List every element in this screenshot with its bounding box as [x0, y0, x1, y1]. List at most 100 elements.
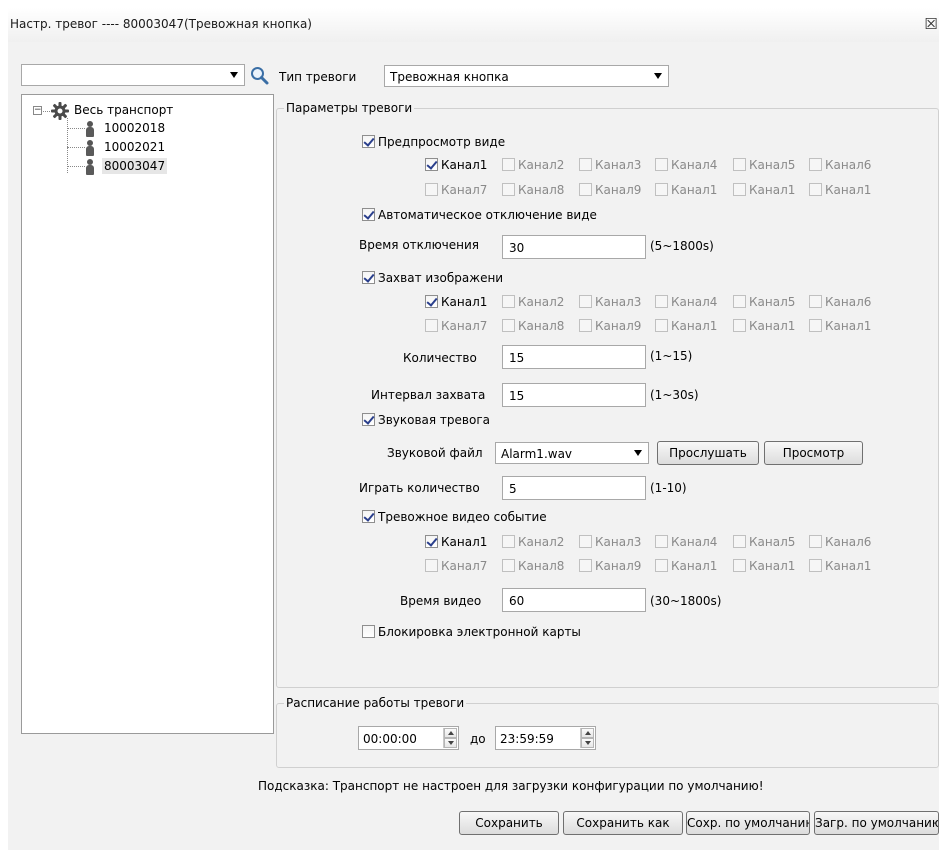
sound-alarm-label: Звуковая тревога [378, 413, 490, 427]
count-input[interactable]: 15 [502, 345, 646, 369]
preview-channel-checkbox-2[interactable] [502, 158, 515, 171]
tree-collapse-icon[interactable]: − [33, 106, 42, 115]
vehicle-icon [86, 140, 94, 156]
tree-line [67, 166, 85, 167]
video-event-channel-checkbox-8[interactable] [502, 559, 515, 572]
video-event-channel-label-4: Канал4 [671, 535, 718, 549]
tree-line [67, 147, 85, 148]
chevron-down-icon[interactable] [230, 72, 238, 78]
save-default-button[interactable]: Сохр. по умолчанию [686, 811, 810, 835]
tree-item-10002021[interactable]: 10002021 [86, 139, 206, 157]
capture-checkbox[interactable] [362, 271, 375, 284]
capture-channel-checkbox-6[interactable] [809, 295, 822, 308]
capture-channel-checkbox-2[interactable] [502, 295, 515, 308]
preview-channel-checkbox-8[interactable] [502, 183, 515, 196]
vehicle-icon [86, 121, 94, 137]
video-event-channel-checkbox-3[interactable] [579, 535, 592, 548]
video-event-channel-label-7: Канал7 [441, 559, 488, 573]
video-event-channel-checkbox-11[interactable] [733, 559, 746, 572]
capture-channel-checkbox-5[interactable] [733, 295, 746, 308]
close-icon[interactable]: ☒ [923, 17, 939, 33]
capture-channel-checkbox-10[interactable] [655, 319, 668, 332]
capture-channel-checkbox-11[interactable] [733, 319, 746, 332]
video-event-channel-label-1: Канал1 [441, 535, 488, 549]
capture-channel-label-10: Канал1 [671, 319, 718, 333]
capture-channel-checkbox-8[interactable] [502, 319, 515, 332]
spin-up-icon[interactable] [444, 728, 457, 738]
video-event-channel-checkbox-5[interactable] [733, 535, 746, 548]
sound-file-value: Alarm1.wav [501, 447, 573, 461]
preview-channel-checkbox-3[interactable] [579, 158, 592, 171]
video-event-channel-checkbox-9[interactable] [579, 559, 592, 572]
capture-channel-checkbox-12[interactable] [809, 319, 822, 332]
preview-channel-checkbox-9[interactable] [579, 183, 592, 196]
capture-channel-checkbox-3[interactable] [579, 295, 592, 308]
video-event-channel-checkbox-1[interactable] [425, 535, 438, 548]
capture-channel-checkbox-7[interactable] [425, 319, 438, 332]
preview-channel-label-7: Канал7 [441, 183, 488, 197]
video-event-channel-label-6: Канал6 [825, 535, 872, 549]
capture-channel-checkbox-1[interactable] [425, 295, 438, 308]
schedule-end-time[interactable]: 23:59:59 [495, 726, 596, 750]
vehicle-search-combo[interactable] [21, 64, 245, 86]
chevron-down-icon[interactable] [654, 73, 662, 79]
spin-down-icon[interactable] [444, 738, 457, 748]
preview-channel-checkbox-7[interactable] [425, 183, 438, 196]
spinner [580, 728, 594, 748]
capture-channel-label-7: Канал7 [441, 319, 488, 333]
video-event-channel-checkbox-12[interactable] [809, 559, 822, 572]
vehicle-tree[interactable]: − Весь транспорт 10002018 10002021 80003… [21, 94, 274, 734]
save-button[interactable]: Сохранить [459, 811, 559, 835]
video-event-channel-checkbox-7[interactable] [425, 559, 438, 572]
tree-item-10002018[interactable]: 10002018 [86, 120, 206, 138]
video-event-channel-label-12: Канал1 [825, 559, 872, 573]
video-event-channel-label-9: Канал9 [595, 559, 642, 573]
preview-channel-checkbox-5[interactable] [733, 158, 746, 171]
spin-down-icon[interactable] [581, 738, 594, 748]
sound-file-label: Звуковой файл [387, 446, 483, 460]
video-event-channel-checkbox-10[interactable] [655, 559, 668, 572]
chevron-down-icon[interactable] [634, 450, 642, 456]
spin-up-icon[interactable] [581, 728, 594, 738]
capture-channel-label-1: Канал1 [441, 295, 488, 309]
interval-input[interactable]: 15 [502, 383, 646, 407]
preview-channel-checkbox-12[interactable] [809, 183, 822, 196]
spinner [443, 728, 457, 748]
preview-channel-label-4: Канал4 [671, 158, 718, 172]
off-time-input[interactable]: 30 [502, 235, 646, 259]
play-count-input[interactable]: 5 [502, 476, 646, 500]
sound-alarm-checkbox[interactable] [362, 413, 375, 426]
interval-hint: (1~30s) [650, 388, 699, 402]
schedule-legend: Расписание работы тревоги [284, 696, 467, 710]
browse-button[interactable]: Просмотр [764, 441, 863, 465]
tree-item-80003047[interactable]: 80003047 [86, 158, 176, 176]
schedule-start-time[interactable]: 00:00:00 [358, 726, 459, 750]
alarm-type-select[interactable]: Тревожная кнопка [384, 65, 669, 87]
sound-file-select[interactable]: Alarm1.wav [495, 442, 649, 464]
preview-channel-checkbox-1[interactable] [425, 158, 438, 171]
auto-off-label: Автоматическое отключение виде [378, 208, 597, 222]
preview-channel-checkbox-6[interactable] [809, 158, 822, 171]
tree-root-label[interactable]: Весь транспорт [74, 103, 173, 117]
auto-off-checkbox[interactable] [362, 208, 375, 221]
preview-channel-checkbox-4[interactable] [655, 158, 668, 171]
save-as-button[interactable]: Сохранить как [563, 811, 683, 835]
capture-channel-checkbox-4[interactable] [655, 295, 668, 308]
search-icon[interactable] [250, 66, 270, 86]
video-event-checkbox[interactable] [362, 510, 375, 523]
listen-button[interactable]: Прослушать [657, 441, 759, 465]
video-event-channel-label-10: Канал1 [671, 559, 718, 573]
video-event-channel-checkbox-2[interactable] [502, 535, 515, 548]
preview-video-checkbox[interactable] [362, 135, 375, 148]
video-event-channel-checkbox-6[interactable] [809, 535, 822, 548]
preview-video-label: Предпросмотр виде [378, 135, 506, 149]
video-event-channel-checkbox-4[interactable] [655, 535, 668, 548]
alarm-type-label: Тип тревоги [279, 70, 357, 84]
video-time-input[interactable]: 60 [502, 588, 646, 612]
capture-channel-checkbox-9[interactable] [579, 319, 592, 332]
load-default-button[interactable]: Загр. по умолчанию [814, 811, 939, 835]
preview-channel-checkbox-10[interactable] [655, 183, 668, 196]
preview-channel-label-8: Канал8 [518, 183, 565, 197]
preview-channel-checkbox-11[interactable] [733, 183, 746, 196]
emap-lock-checkbox[interactable] [362, 625, 375, 638]
